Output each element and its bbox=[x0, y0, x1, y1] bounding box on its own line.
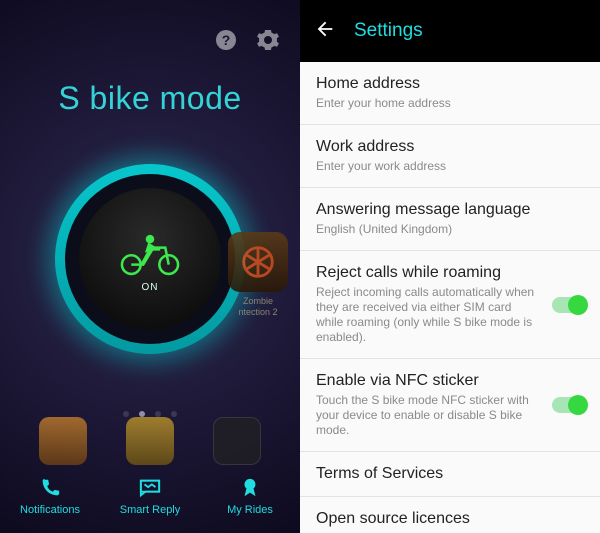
toggle-switch[interactable] bbox=[552, 297, 586, 313]
background-app-icon bbox=[228, 232, 288, 292]
row-home-address[interactable]: Home address Enter your home address bbox=[300, 62, 600, 125]
settings-title: Settings bbox=[354, 20, 423, 42]
row-reject-roaming[interactable]: Reject calls while roaming Reject incomi… bbox=[300, 251, 600, 359]
row-title: Terms of Services bbox=[316, 465, 584, 483]
motorcycle-icon bbox=[116, 226, 184, 276]
ribbon-icon bbox=[238, 477, 262, 499]
svg-text:?: ? bbox=[222, 32, 231, 48]
settings-panel: Settings Home address Enter your home ad… bbox=[300, 0, 600, 533]
row-title: Reject calls while roaming bbox=[316, 264, 584, 282]
app-title: S bike mode bbox=[0, 80, 300, 117]
bike-mode-panel: ? S bike mode ON Zombie ntection 2 bbox=[0, 0, 300, 533]
phone-icon bbox=[38, 477, 62, 499]
tab-smart-reply[interactable]: Smart Reply bbox=[100, 459, 200, 533]
row-work-address[interactable]: Work address Enter your work address bbox=[300, 125, 600, 188]
dock-app bbox=[39, 417, 87, 465]
row-nfc-sticker[interactable]: Enable via NFC sticker Touch the S bike … bbox=[300, 359, 600, 452]
dock-app bbox=[126, 417, 174, 465]
row-licences[interactable]: Open source licences bbox=[300, 497, 600, 533]
tab-label: Smart Reply bbox=[120, 504, 181, 516]
row-sub: Touch the S bike mode NFC sticker with y… bbox=[316, 393, 584, 438]
background-app-label: Zombie ntection 2 bbox=[226, 296, 290, 318]
row-sub: Enter your home address bbox=[316, 96, 584, 111]
row-title: Answering message language bbox=[316, 201, 584, 219]
row-terms[interactable]: Terms of Services bbox=[300, 452, 600, 497]
help-icon[interactable]: ? bbox=[212, 26, 240, 54]
back-button[interactable] bbox=[314, 18, 336, 45]
message-icon bbox=[138, 477, 162, 499]
row-sub: Enter your work address bbox=[316, 159, 584, 174]
row-answering-language[interactable]: Answering message language English (Unit… bbox=[300, 188, 600, 251]
settings-list: Home address Enter your home address Wor… bbox=[300, 62, 600, 533]
gear-icon[interactable] bbox=[254, 26, 282, 54]
row-title: Enable via NFC sticker bbox=[316, 372, 584, 390]
tab-my-rides[interactable]: My Rides bbox=[200, 459, 300, 533]
row-sub: English (United Kingdom) bbox=[316, 222, 584, 237]
toggle-state-label: ON bbox=[142, 282, 159, 293]
toggle-bike-mode-button[interactable]: ON bbox=[55, 164, 245, 354]
row-title: Open source licences bbox=[316, 510, 584, 528]
row-title: Work address bbox=[316, 138, 584, 156]
row-sub: Reject incoming calls automatically when… bbox=[316, 285, 584, 345]
dock-app bbox=[213, 417, 261, 465]
settings-header: Settings bbox=[300, 0, 600, 62]
arrow-left-icon bbox=[314, 18, 336, 40]
row-title: Home address bbox=[316, 75, 584, 93]
tab-label: My Rides bbox=[227, 504, 273, 516]
tab-label: Notifications bbox=[20, 504, 80, 516]
toggle-switch[interactable] bbox=[552, 397, 586, 413]
tab-notifications[interactable]: Notifications bbox=[0, 459, 100, 533]
